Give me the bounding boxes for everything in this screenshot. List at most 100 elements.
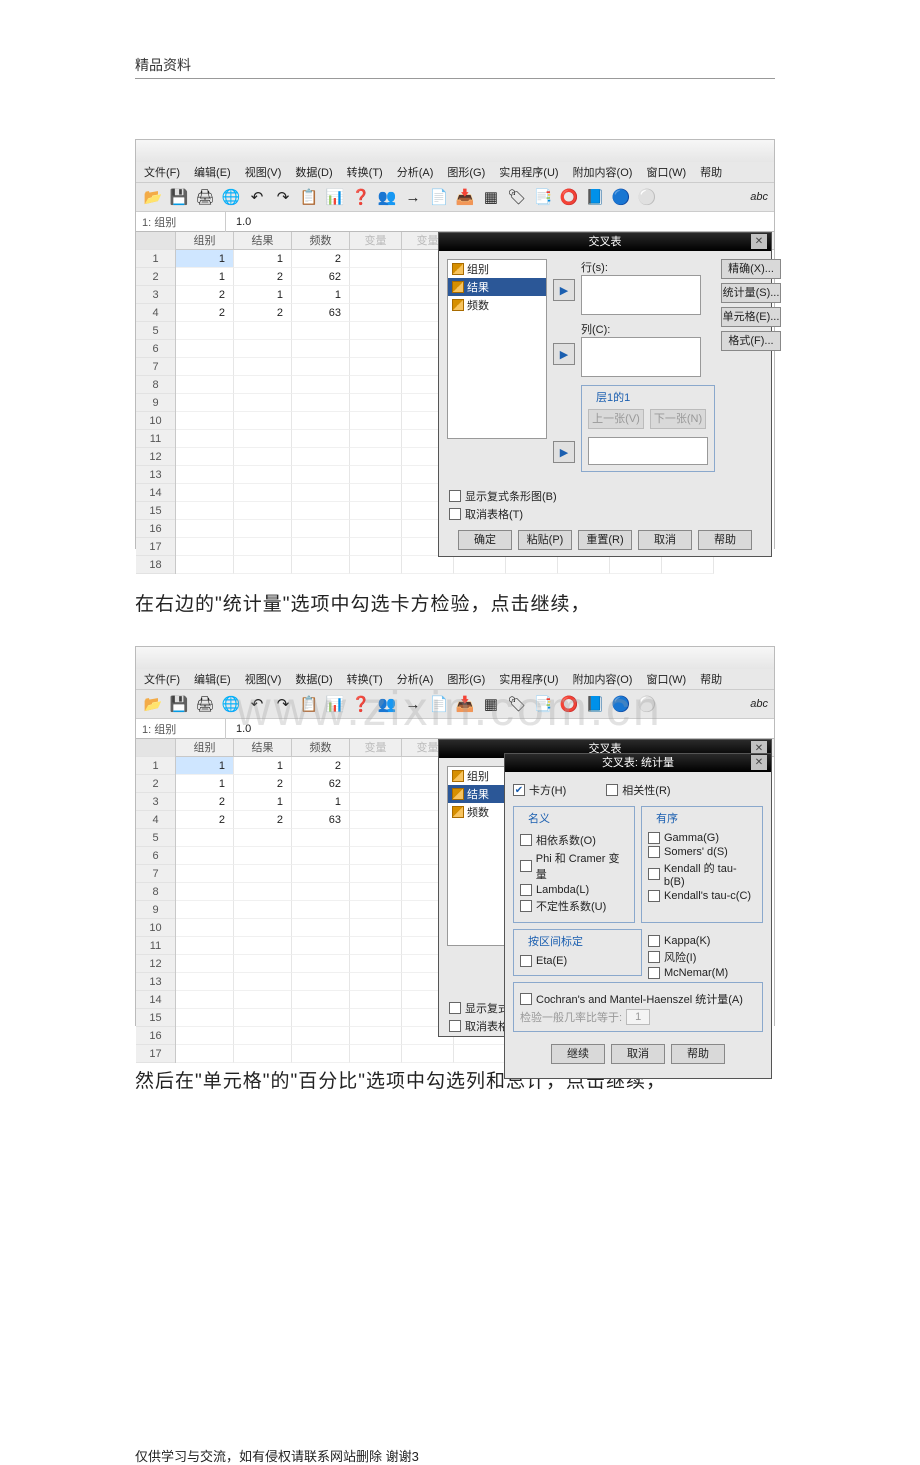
stat-checkbox[interactable]: Gamma(G) xyxy=(648,832,756,844)
toolbar-icon[interactable]: 📋 xyxy=(298,693,320,715)
cellbar-value[interactable]: 1.0 xyxy=(226,721,261,737)
toolbar-icon[interactable]: 🏷 xyxy=(506,186,528,208)
statistics-dialog[interactable]: 交叉表: 统计量✕ ✔卡方(H) 相关性(R) 名义 相依系数(O)Phi 和 … xyxy=(504,753,772,1079)
side-button[interactable]: 统计量(S)... xyxy=(721,283,781,303)
side-button[interactable]: 精确(X)... xyxy=(721,259,781,279)
menu-item[interactable]: 编辑(E) xyxy=(194,671,231,687)
menu-item[interactable]: 实用程序(U) xyxy=(499,164,558,180)
toolbar-icon[interactable]: 💾 xyxy=(168,693,190,715)
crosstab-dialog[interactable]: 交叉表✕ 组别结果频数 ▶ ▶ ▶ 行(s): 列(C): xyxy=(438,232,772,557)
stat-checkbox[interactable]: Lambda(L) xyxy=(520,884,628,896)
toolbar-icon[interactable]: ↶ xyxy=(246,186,268,208)
toolbar-icon[interactable]: 🏷 xyxy=(506,693,528,715)
clustered-bar-checkbox[interactable]: 显示复式条形图(B) xyxy=(449,488,761,504)
menu-item[interactable]: 编辑(E) xyxy=(194,164,231,180)
correlations-checkbox[interactable]: 相关性(R) xyxy=(606,782,670,798)
menu-item[interactable]: 窗口(W) xyxy=(646,671,686,687)
toolbar-icon[interactable]: ⭕ xyxy=(558,186,580,208)
menu-item[interactable]: 数据(D) xyxy=(295,164,332,180)
toolbar-icon[interactable]: 🖨 xyxy=(194,693,216,715)
stat-checkbox[interactable]: 不定性系数(U) xyxy=(520,898,628,914)
row-field[interactable] xyxy=(581,275,701,315)
menu-item[interactable]: 分析(A) xyxy=(397,164,434,180)
move-right-icon[interactable]: ▶ xyxy=(553,441,575,463)
dialog-button[interactable]: 确定 xyxy=(458,530,512,550)
menu-item[interactable]: 分析(A) xyxy=(397,671,434,687)
toolbar-icon[interactable]: 📥 xyxy=(454,693,476,715)
close-icon[interactable]: ✕ xyxy=(751,234,767,249)
dialog-button[interactable]: 取消 xyxy=(638,530,692,550)
menu-item[interactable]: 窗口(W) xyxy=(646,164,686,180)
move-right-icon[interactable]: ▶ xyxy=(553,279,575,301)
menu-item[interactable]: 帮助 xyxy=(700,164,722,180)
mcnemar-checkbox[interactable]: McNemar(M) xyxy=(648,967,763,979)
toolbar-icon[interactable]: ↷ xyxy=(272,693,294,715)
variable-item[interactable]: 组别 xyxy=(448,260,546,278)
chi-square-checkbox[interactable]: ✔卡方(H) xyxy=(513,782,566,798)
toolbar-icon[interactable]: 📥 xyxy=(454,186,476,208)
toolbar-icon[interactable]: ▦ xyxy=(480,693,502,715)
dialog-button[interactable]: 帮助 xyxy=(671,1044,725,1064)
menu-item[interactable]: 帮助 xyxy=(700,671,722,687)
col-field[interactable] xyxy=(581,337,701,377)
dialog-button[interactable]: 帮助 xyxy=(698,530,752,550)
dialog-button[interactable]: 粘贴(P) xyxy=(518,530,572,550)
menu-item[interactable]: 附加内容(O) xyxy=(573,671,633,687)
stat-checkbox[interactable]: Kendall's tau-c(C) xyxy=(648,890,756,902)
variable-item[interactable]: 结果 xyxy=(448,278,546,296)
eta-checkbox[interactable]: Eta(E) xyxy=(520,955,635,967)
toolbar-icon[interactable]: 🔵 xyxy=(610,186,632,208)
stat-checkbox[interactable]: Phi 和 Cramer 变量 xyxy=(520,850,628,882)
menu-item[interactable]: 文件(F) xyxy=(144,164,180,180)
stat-checkbox[interactable]: 相依系数(O) xyxy=(520,832,628,848)
toolbar-icon[interactable]: 👥 xyxy=(376,693,398,715)
toolbar-icon[interactable]: 📘 xyxy=(584,693,606,715)
toolbar-icon[interactable]: → xyxy=(402,693,424,715)
risk-checkbox[interactable]: 风险(I) xyxy=(648,949,763,965)
toolbar-icon[interactable]: ⭕ xyxy=(558,693,580,715)
menubar[interactable]: 文件(F)编辑(E)视图(V)数据(D)转换(T)分析(A)图形(G)实用程序(… xyxy=(136,669,774,689)
toolbar-icon[interactable]: 📑 xyxy=(532,693,554,715)
toolbar[interactable]: 📂💾🖨🌐↶↷📋📊❓👥→📄📥▦🏷📑⭕📘🔵⚪abc xyxy=(136,182,774,212)
toolbar-icon[interactable]: → xyxy=(402,186,424,208)
toolbar-icon[interactable]: 📄 xyxy=(428,186,450,208)
cmh-checkbox[interactable]: Cochran's and Mantel-Haenszel 统计量(A) xyxy=(520,991,756,1007)
dialog-button[interactable]: 取消 xyxy=(611,1044,665,1064)
toolbar-icon[interactable]: 🌐 xyxy=(220,186,242,208)
stat-checkbox[interactable]: Somers' d(S) xyxy=(648,846,756,858)
toolbar-icon[interactable]: 📂 xyxy=(142,693,164,715)
side-button[interactable]: 单元格(E)... xyxy=(721,307,781,327)
move-right-icon[interactable]: ▶ xyxy=(553,343,575,365)
menu-item[interactable]: 附加内容(O) xyxy=(573,164,633,180)
dialog-button[interactable]: 重置(R) xyxy=(578,530,632,550)
variable-list[interactable]: 组别结果频数 xyxy=(447,259,547,439)
toolbar[interactable]: 📂💾🖨🌐↶↷📋📊❓👥→📄📥▦🏷📑⭕📘🔵⚪abc xyxy=(136,689,774,719)
toolbar-icon[interactable]: ❓ xyxy=(350,186,372,208)
menu-item[interactable]: 图形(G) xyxy=(447,164,485,180)
variable-item[interactable]: 频数 xyxy=(448,296,546,314)
toolbar-icon[interactable]: 📊 xyxy=(324,186,346,208)
toolbar-icon[interactable]: ↶ xyxy=(246,693,268,715)
toolbar-icon[interactable]: ▦ xyxy=(480,186,502,208)
menu-item[interactable]: 图形(G) xyxy=(447,671,485,687)
toolbar-icon[interactable]: 👥 xyxy=(376,186,398,208)
toolbar-icon[interactable]: ⚪ xyxy=(636,693,658,715)
toolbar-icon[interactable]: 📋 xyxy=(298,186,320,208)
toolbar-icon[interactable]: ↷ xyxy=(272,186,294,208)
menu-item[interactable]: 转换(T) xyxy=(347,671,383,687)
menubar[interactable]: 文件(F)编辑(E)视图(V)数据(D)转换(T)分析(A)图形(G)实用程序(… xyxy=(136,162,774,182)
toolbar-icon[interactable]: 📑 xyxy=(532,186,554,208)
menu-item[interactable]: 视图(V) xyxy=(245,671,282,687)
toolbar-icon[interactable]: ❓ xyxy=(350,693,372,715)
kappa-checkbox[interactable]: Kappa(K) xyxy=(648,935,763,947)
toolbar-icon[interactable]: 🔵 xyxy=(610,693,632,715)
toolbar-icon[interactable]: 🌐 xyxy=(220,693,242,715)
stat-checkbox[interactable]: Kendall 的 tau-b(B) xyxy=(648,860,756,888)
cellbar-value[interactable]: 1.0 xyxy=(226,214,261,230)
menu-item[interactable]: 视图(V) xyxy=(245,164,282,180)
abc-icon[interactable]: abc xyxy=(750,191,768,203)
layer-field[interactable] xyxy=(588,437,708,465)
side-button[interactable]: 格式(F)... xyxy=(721,331,781,351)
toolbar-icon[interactable]: 📊 xyxy=(324,693,346,715)
toolbar-icon[interactable]: 📘 xyxy=(584,186,606,208)
